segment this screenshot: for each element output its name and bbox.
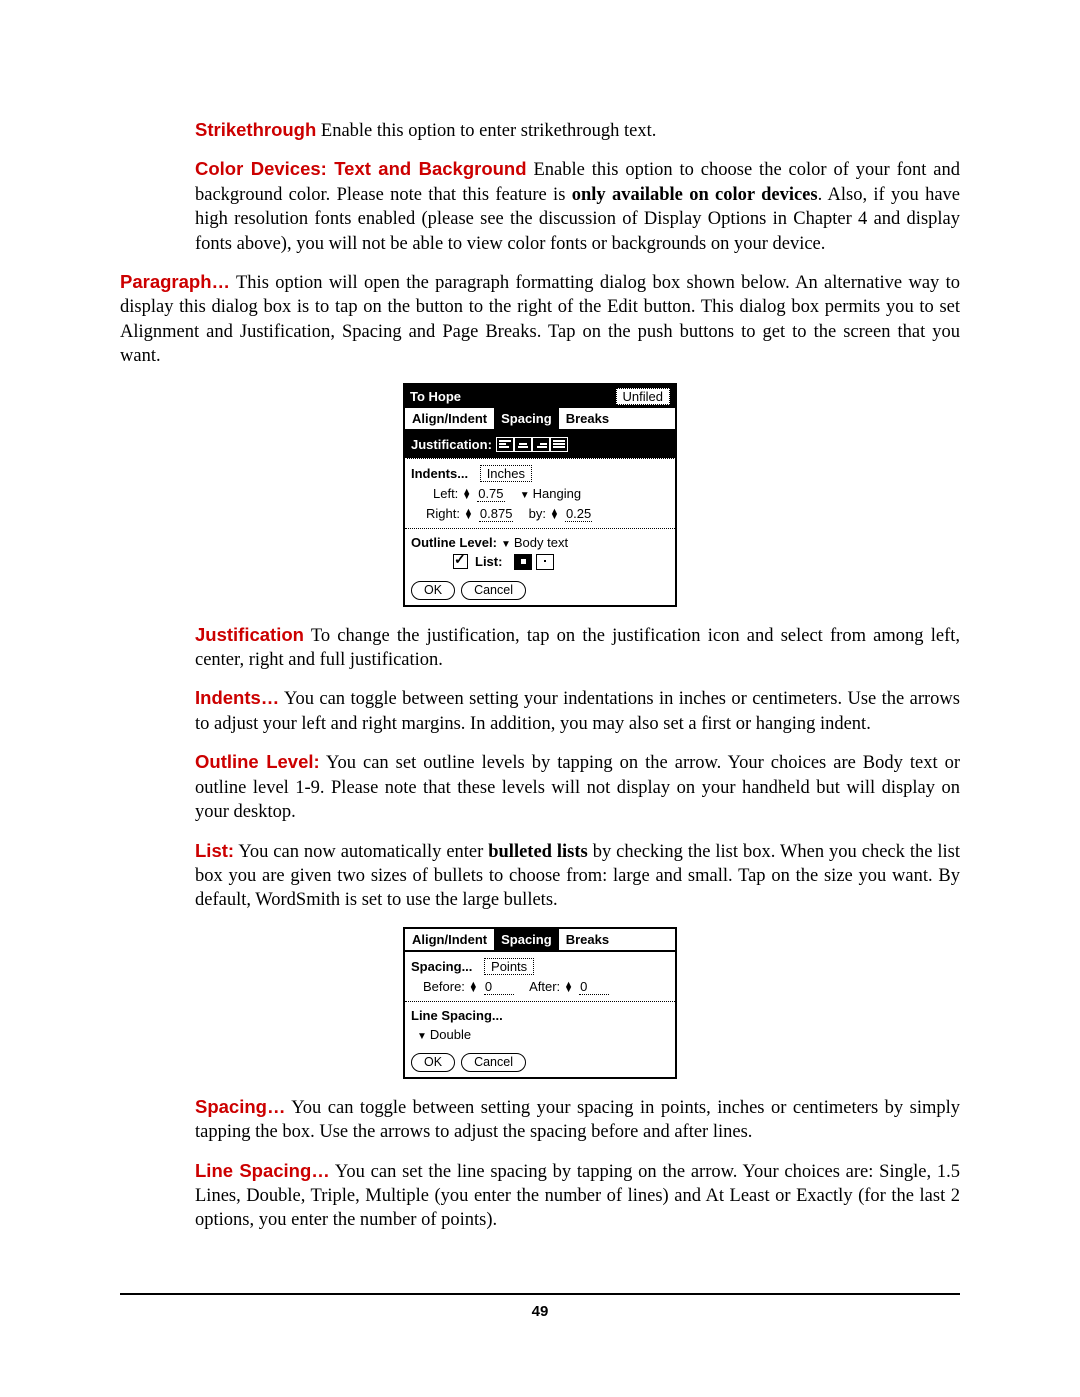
para-list: List: You can now automatically enter bu… — [195, 839, 960, 913]
para-outline-level: Outline Level: You can set outline level… — [195, 750, 960, 824]
dialog2-buttons: OK Cancel — [405, 1048, 675, 1077]
indented-section-1: Strikethrough Enable this option to ente… — [195, 118, 960, 256]
justify-center-icon[interactable] — [514, 437, 532, 452]
left-indent-value[interactable]: 0.75 — [477, 486, 504, 502]
para-indents: Indents… You can toggle between setting … — [195, 686, 960, 736]
bold-only-color: only available on color devices — [572, 185, 818, 205]
outline-level-label: Outline Level: — [411, 535, 497, 550]
list-checkbox[interactable] — [453, 554, 468, 569]
page-number: 49 — [532, 1303, 549, 1320]
right-indent-value[interactable]: 0.875 — [479, 506, 514, 522]
page-footer: 49 — [120, 1293, 960, 1320]
tab-align-indent[interactable]: Align/Indent — [405, 408, 494, 429]
spacing-unit-selector[interactable]: Points — [484, 958, 534, 975]
para-line-spacing: Line Spacing… You can set the line spaci… — [195, 1159, 960, 1233]
dialog1-tabs: Align/Indent Spacing Breaks — [405, 408, 675, 431]
justify-left-icon[interactable] — [496, 437, 514, 452]
cancel-button[interactable]: Cancel — [461, 581, 526, 600]
para-spacing: Spacing… You can toggle between setting … — [195, 1095, 960, 1145]
justify-full-icon[interactable] — [550, 437, 568, 452]
dialog2-tabs: Align/Indent Spacing Breaks — [405, 929, 675, 952]
tab2-spacing[interactable]: Spacing — [494, 929, 559, 950]
para-color-devices: Color Devices: Text and Background Enabl… — [195, 157, 960, 256]
indented-section-3: Spacing… You can toggle between setting … — [195, 1095, 960, 1233]
para-paragraph-option: Paragraph… This option will open the par… — [120, 270, 960, 369]
line-spacing-dropdown[interactable]: Double — [417, 1027, 471, 1042]
indented-section-2: Justification To change the justificatio… — [195, 623, 960, 913]
document-page: Strikethrough Enable this option to ente… — [0, 0, 1080, 1380]
tab2-breaks[interactable]: Breaks — [559, 929, 616, 950]
after-spinner[interactable] — [564, 982, 573, 992]
term-list: List: — [195, 840, 234, 861]
line-spacing-label: Line Spacing... — [411, 1008, 503, 1023]
dialog1-buttons: OK Cancel — [405, 576, 675, 605]
bullet-large-option[interactable] — [514, 554, 532, 570]
bold-bulleted-lists: bulleted lists — [488, 842, 588, 862]
ok-button[interactable]: OK — [411, 581, 455, 600]
justify-right-icon[interactable] — [532, 437, 550, 452]
spacing-section: Spacing... Points Before: 0 After: 0 — [405, 952, 675, 1002]
indents-unit-selector[interactable]: Inches — [480, 465, 532, 482]
before-spinner[interactable] — [469, 982, 478, 992]
body-spacing: You can toggle between setting your spac… — [195, 1098, 960, 1142]
term-strikethrough: Strikethrough — [195, 119, 316, 140]
left-indent-spinner[interactable] — [462, 489, 471, 499]
dialog1-title: To Hope — [410, 389, 461, 404]
before-label: Before: — [423, 979, 465, 994]
after-value[interactable]: 0 — [579, 979, 609, 995]
tab2-align-indent[interactable]: Align/Indent — [405, 929, 494, 950]
indents-label: Indents... — [411, 466, 468, 481]
line-spacing-section: Line Spacing... Double — [405, 1002, 675, 1048]
term-paragraph: Paragraph… — [120, 271, 230, 292]
category-selector[interactable]: Unfiled — [616, 388, 670, 405]
bullet-small-option[interactable] — [536, 554, 554, 570]
tab-spacing[interactable]: Spacing — [494, 408, 559, 429]
body-justification: To change the justification, tap on the … — [195, 626, 960, 670]
body-indents: You can toggle between setting your inde… — [195, 689, 960, 733]
outline-list-section: Outline Level: Body text List: — [405, 529, 675, 576]
term-outline: Outline Level: — [195, 751, 320, 772]
para-strikethrough: Strikethrough Enable this option to ente… — [195, 118, 960, 143]
ok-button-2[interactable]: OK — [411, 1053, 455, 1072]
by-value[interactable]: 0.25 — [565, 506, 592, 522]
right-indent-label: Right: — [426, 506, 460, 521]
hanging-dropdown[interactable]: Hanging — [520, 486, 581, 501]
body-strikethrough: Enable this option to enter strikethroug… — [316, 121, 656, 141]
justification-icons — [496, 437, 568, 452]
justification-row: Justification: — [405, 431, 675, 459]
term-indents: Indents… — [195, 687, 279, 708]
right-indent-spinner[interactable] — [464, 509, 473, 519]
dialog1-titlebar: To Hope Unfiled — [405, 385, 675, 408]
body-paragraph: This option will open the paragraph form… — [120, 273, 960, 366]
by-spinner[interactable] — [550, 509, 559, 519]
left-indent-label: Left: — [433, 486, 458, 501]
after-label: After: — [529, 979, 560, 994]
before-value[interactable]: 0 — [484, 979, 514, 995]
term-justification: Justification — [195, 624, 304, 645]
tab-breaks[interactable]: Breaks — [559, 408, 616, 429]
body-list-1: You can now automatically enter — [234, 842, 488, 862]
dialog1-wrap: To Hope Unfiled Align/Indent Spacing Bre… — [120, 383, 960, 607]
by-label: by: — [529, 506, 546, 521]
cancel-button-2[interactable]: Cancel — [461, 1053, 526, 1072]
term-line-spacing: Line Spacing… — [195, 1160, 330, 1181]
indents-section: Indents... Inches Left: 0.75 Hanging Rig… — [405, 459, 675, 529]
justification-label: Justification: — [411, 437, 492, 452]
para-justification: Justification To change the justificatio… — [195, 623, 960, 673]
dialog2-wrap: Align/Indent Spacing Breaks Spacing... P… — [120, 927, 960, 1079]
paragraph-dialog: To Hope Unfiled Align/Indent Spacing Bre… — [403, 383, 677, 607]
outline-level-dropdown[interactable]: Body text — [501, 535, 568, 550]
spacing-dialog: Align/Indent Spacing Breaks Spacing... P… — [403, 927, 677, 1079]
term-color-devices: Color Devices: Text and Background — [195, 158, 527, 179]
spacing-label: Spacing... — [411, 959, 472, 974]
term-spacing: Spacing… — [195, 1096, 285, 1117]
list-label: List: — [475, 554, 502, 569]
